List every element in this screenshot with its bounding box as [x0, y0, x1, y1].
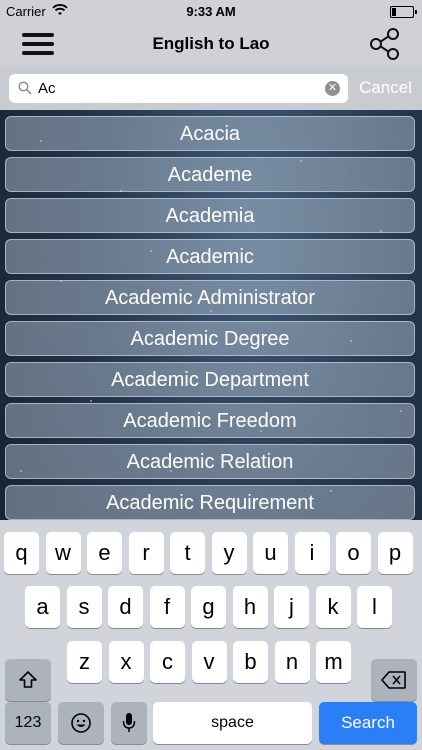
navigation-bar: English to Lao	[0, 22, 422, 66]
key-x[interactable]: x	[108, 641, 144, 683]
list-item[interactable]: Acacia	[5, 116, 415, 151]
key-q[interactable]: q	[4, 532, 39, 574]
key-v[interactable]: v	[191, 641, 227, 683]
search-bar: ✕ Cancel	[0, 66, 422, 110]
key-a[interactable]: a	[25, 586, 60, 628]
numbers-key[interactable]: 123	[5, 702, 51, 744]
key-t[interactable]: t	[170, 532, 205, 574]
key-e[interactable]: e	[87, 532, 122, 574]
space-key[interactable]: space	[153, 702, 312, 744]
key-y[interactable]: y	[211, 532, 247, 574]
results-list: Acacia Academe Academia Academic Academic Ad…	[0, 110, 422, 520]
key-f[interactable]: f	[149, 586, 185, 628]
key-c[interactable]: c	[150, 641, 185, 683]
list-item[interactable]: Academia	[5, 198, 415, 233]
page-title: English to Lao	[152, 34, 270, 53]
search-icon	[18, 81, 32, 95]
status-bar: Carrier 9:33 AM	[0, 0, 422, 22]
microphone-icon	[122, 713, 136, 732]
list-item[interactable]: Academe	[5, 157, 415, 192]
key-h[interactable]: h	[232, 586, 268, 628]
list-item[interactable]: Academic	[5, 239, 415, 274]
shift-icon	[19, 671, 37, 688]
search-field[interactable]: ✕	[9, 74, 348, 103]
list-item[interactable]: Academic Requirement	[5, 485, 415, 520]
key-j[interactable]: j	[274, 586, 309, 628]
key-s[interactable]: s	[66, 586, 102, 628]
delete-key[interactable]	[371, 659, 417, 701]
list-item[interactable]: Academic Degree	[5, 321, 415, 356]
shift-key[interactable]	[5, 659, 51, 701]
key-o[interactable]: o	[336, 532, 371, 574]
key-p[interactable]: p	[377, 532, 413, 574]
status-time: 9:33 AM	[186, 4, 236, 19]
emoji-key[interactable]	[58, 702, 104, 744]
key-g[interactable]: g	[191, 586, 226, 628]
search-input[interactable]	[38, 78, 318, 99]
key-i[interactable]: i	[294, 532, 330, 574]
key-n[interactable]: n	[274, 641, 310, 683]
key-w[interactable]: w	[45, 532, 81, 574]
key-m[interactable]: m	[316, 641, 351, 683]
key-d[interactable]: d	[108, 586, 143, 628]
backspace-icon	[381, 671, 406, 689]
microphone-key[interactable]	[111, 702, 147, 744]
list-item[interactable]: Academic Administrator	[5, 280, 415, 315]
key-r[interactable]: r	[128, 532, 164, 574]
emoji-icon	[71, 713, 91, 733]
list-item[interactable]: Academic Relation	[5, 444, 415, 479]
list-item[interactable]: Academic Freedom	[5, 403, 415, 438]
battery-level	[392, 8, 396, 16]
clear-text-icon[interactable]: ✕	[325, 81, 340, 96]
key-b[interactable]: b	[233, 641, 268, 683]
key-k[interactable]: k	[315, 586, 351, 628]
search-key[interactable]: Search	[319, 702, 417, 744]
cancel-button[interactable]: Cancel	[359, 78, 412, 98]
key-z[interactable]: z	[67, 641, 102, 683]
key-l[interactable]: l	[357, 586, 392, 628]
battery-icon	[390, 6, 417, 18]
on-screen-keyboard: 123 space Search qwertyuiop asdfghjkl zxcv…	[0, 520, 422, 750]
share-icon[interactable]	[368, 27, 402, 61]
list-item[interactable]: Academic Department	[5, 362, 415, 397]
key-u[interactable]: u	[253, 532, 288, 574]
